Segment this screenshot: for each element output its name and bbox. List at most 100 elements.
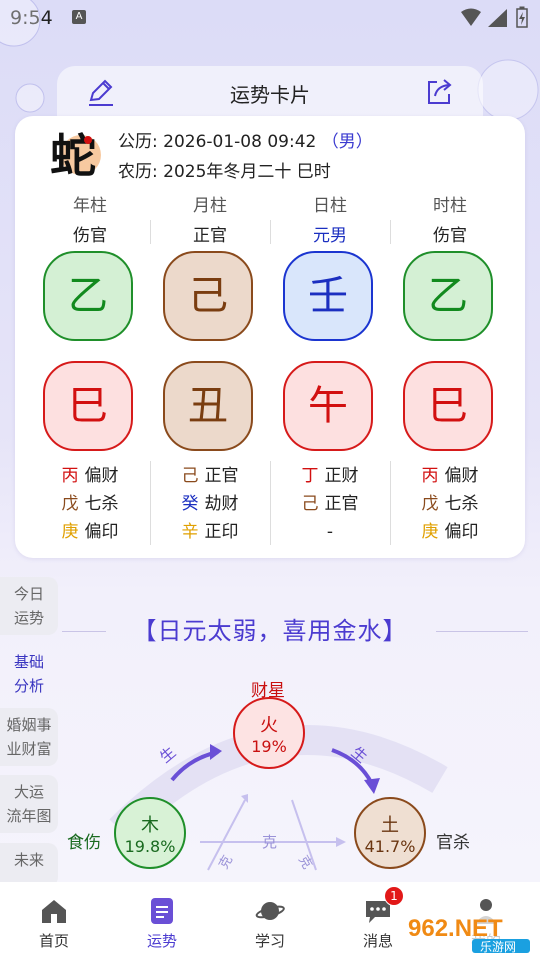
solar-date: 2026-01-08 09:42	[163, 132, 317, 152]
hidden-god: 七杀	[444, 494, 479, 514]
planet-icon	[255, 902, 285, 920]
ten-god-year: 伤官	[73, 226, 107, 246]
hidden-god: 偏财	[444, 466, 479, 486]
hidden-stems-hour: 丙偏财 戊七杀 庚偏印	[390, 462, 510, 546]
home-icon	[42, 900, 66, 923]
hidden-stems-day: 丁正财 己正官 -	[270, 462, 390, 546]
element-name: 火	[260, 715, 278, 736]
side-tab-line: 基础	[13, 653, 44, 671]
hidden-stem-row: 丙偏财	[390, 462, 510, 490]
hidden-stem: 庚	[421, 522, 439, 542]
output-star-label: 食伤	[67, 833, 101, 853]
element-name: 土	[381, 815, 399, 836]
zodiac-snake-icon: 蛇	[48, 122, 104, 183]
nav-label: 学习	[254, 932, 285, 950]
hidden-stem: 己	[181, 466, 199, 486]
site-watermark-logo: 962.NET 乐游网	[402, 911, 534, 955]
branch-month[interactable]: 丑	[163, 361, 253, 451]
side-tab-line: 未来	[13, 851, 44, 869]
hidden-stem-row: 戊七杀	[390, 490, 510, 518]
hidden-stem-row: 己正官	[150, 462, 270, 490]
side-tab-line: 流年图	[6, 807, 52, 825]
element-percent: 19.8%	[124, 837, 176, 856]
hidden-stem: 戊	[61, 494, 79, 514]
pillar-header-year: 年柱	[73, 196, 107, 216]
gender-label: （男）	[321, 132, 373, 152]
lunar-date: 2025年冬月二十 巳时	[163, 162, 331, 182]
hidden-stems-month: 己正官 癸劫财 辛正印	[150, 462, 270, 546]
element-percent: 19%	[251, 737, 287, 756]
analysis-title: 【日元太弱，喜用金水】	[132, 617, 408, 645]
branch-hour[interactable]: 巳	[403, 361, 493, 451]
branch-year[interactable]: 巳	[43, 361, 133, 451]
stem-day[interactable]: 壬	[283, 251, 373, 341]
hidden-stem: 癸	[181, 494, 199, 514]
hidden-stem-row: -	[270, 518, 390, 546]
hidden-stems-year: 丙偏财 戊七杀 庚偏印	[30, 462, 150, 546]
ten-god-hour: 伤官	[433, 226, 467, 246]
side-tab-line: 大运	[13, 783, 44, 801]
nav-fortune[interactable]: 运势	[108, 882, 216, 951]
nav-label: 首页	[38, 932, 69, 950]
hidden-god: 正印	[204, 522, 239, 542]
officer-star-label: 官杀	[436, 833, 470, 853]
stem-hour[interactable]: 乙	[403, 251, 493, 341]
side-tab-luck-cycle[interactable]: 大运 流年图	[0, 775, 58, 833]
message-count-badge: 1	[384, 886, 404, 906]
hidden-god: 正官	[204, 466, 239, 486]
side-tab-line: 今日	[13, 585, 44, 603]
solar-label: 公历:	[118, 132, 158, 152]
hidden-stem-row: 庚偏印	[390, 518, 510, 546]
hidden-god: 偏印	[444, 522, 479, 542]
solar-date-row: 公历: 2026-01-08 09:42 （男）	[118, 127, 373, 152]
hidden-god: 劫财	[204, 494, 239, 514]
watermark-sub: 乐游网	[480, 940, 516, 954]
element-percent: 41.7%	[364, 837, 416, 856]
nav-learn[interactable]: 学习	[216, 882, 324, 951]
side-tab-marriage-career[interactable]: 婚姻事 业财富	[0, 708, 58, 766]
nav-label: 消息	[362, 932, 393, 950]
hidden-stem-row: 庚偏印	[30, 518, 150, 546]
hidden-god: 正官	[324, 494, 359, 514]
hidden-stem: 庚	[61, 522, 79, 542]
branch-day[interactable]: 午	[283, 361, 373, 451]
hidden-god: 正财	[324, 466, 359, 486]
hidden-god: 偏财	[84, 466, 119, 486]
hidden-god: 七杀	[84, 494, 119, 514]
hidden-stem: 丙	[421, 466, 439, 486]
hidden-stem-row: 癸劫财	[150, 490, 270, 518]
earth-element-node[interactable]: 土 41.7%	[354, 797, 426, 869]
hidden-stem: 辛	[181, 522, 199, 542]
hidden-god: 偏印	[84, 522, 119, 542]
document-icon	[151, 898, 173, 924]
stem-year[interactable]: 乙	[43, 251, 133, 341]
hidden-stem-row: 丁正财	[270, 462, 390, 490]
lunar-date-row: 农历: 2025年冬月二十 巳时	[118, 157, 331, 182]
side-tab-line: 业财富	[6, 740, 52, 758]
card-header: 运势卡片	[57, 66, 483, 122]
page-title: 运势卡片	[230, 83, 310, 107]
side-tab-line: 婚姻事	[6, 716, 52, 734]
wood-element-node[interactable]: 木 19.8%	[114, 797, 186, 869]
pillar-header-month: 月柱	[193, 196, 227, 216]
hidden-stem: 戊	[421, 494, 439, 514]
watermark-brand: 962.NET	[408, 915, 503, 942]
ten-god-day: 元男	[313, 226, 347, 246]
ten-god-month: 正官	[193, 226, 227, 246]
restrain-label: 克	[262, 833, 278, 851]
pillar-header-day: 日柱	[313, 196, 347, 216]
hidden-stem-row: 戊七杀	[30, 490, 150, 518]
fire-element-node[interactable]: 火 19%	[233, 697, 305, 769]
stem-month[interactable]: 己	[163, 251, 253, 341]
side-tab-future[interactable]: 未来	[0, 843, 58, 887]
side-tab-basic-analysis[interactable]: 基础 分析	[0, 645, 58, 703]
element-name: 木	[141, 815, 159, 836]
nav-home[interactable]: 首页	[0, 882, 108, 951]
divider	[270, 220, 271, 244]
hidden-stem-row: 辛正印	[150, 518, 270, 546]
hidden-stem: 丁	[301, 466, 319, 486]
share-icon[interactable]	[423, 76, 455, 108]
side-tab-line: 分析	[13, 677, 44, 695]
divider	[390, 220, 391, 244]
pillar-header-hour: 时柱	[433, 196, 467, 216]
